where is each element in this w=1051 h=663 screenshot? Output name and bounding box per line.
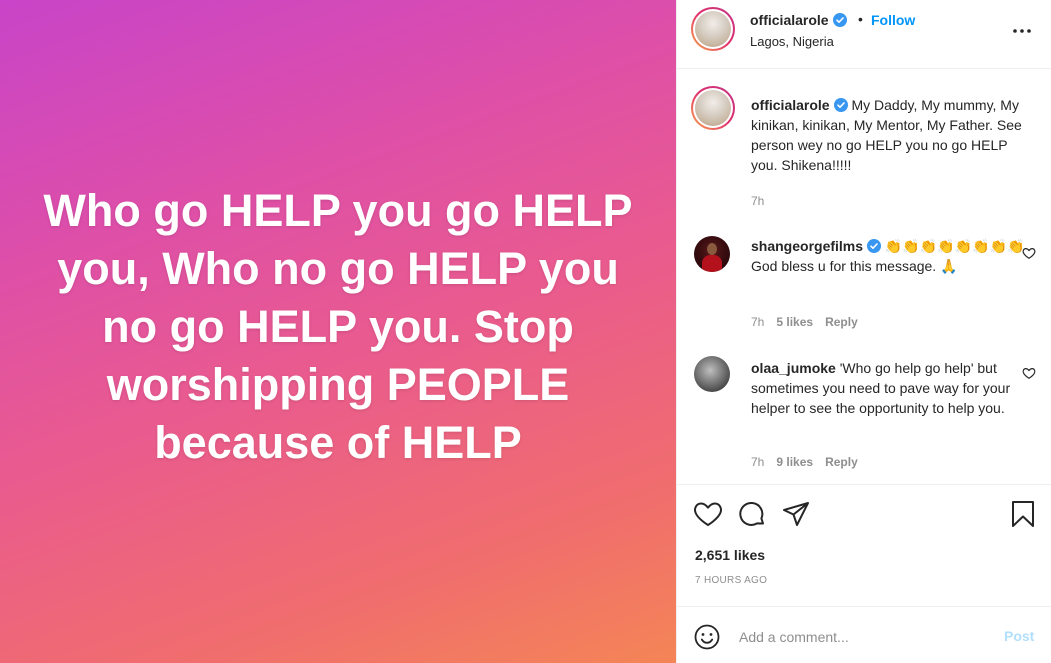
add-comment-bar: Post	[677, 606, 1051, 663]
reply-button[interactable]: Reply	[825, 315, 858, 329]
comment-input[interactable]	[739, 627, 989, 647]
comment-time[interactable]: 7h	[751, 455, 764, 469]
commenter-avatar[interactable]	[694, 236, 730, 272]
author-username[interactable]: officialarole	[750, 12, 847, 28]
emoji-icon[interactable]	[694, 624, 720, 650]
reply-button[interactable]: Reply	[825, 455, 858, 469]
post-image-text: Who go HELP you go HELP you, Who no go H…	[43, 184, 633, 468]
comment-likes[interactable]: 5 likes	[776, 315, 813, 329]
post-comment-button[interactable]: Post	[1004, 628, 1034, 644]
post-sidebar: officialarole • Follow Lagos, Nigeria of…	[676, 0, 1051, 663]
post-timestamp[interactable]: 7 HOURS AGO	[695, 575, 767, 586]
verified-icon	[832, 13, 847, 27]
caption-time[interactable]: 7h	[751, 194, 764, 208]
post-location[interactable]: Lagos, Nigeria	[750, 34, 834, 49]
post-actions: 2,651 likes 7 HOURS AGO	[677, 484, 1051, 606]
comment-username[interactable]: shangeorgefilms	[751, 238, 863, 254]
comment-meta: 7h 5 likes Reply	[751, 315, 870, 329]
commenter-avatar[interactable]	[694, 356, 730, 392]
comment-likes[interactable]: 9 likes	[776, 455, 813, 469]
comment-username[interactable]: olaa_jumoke	[751, 360, 836, 376]
likes-count[interactable]: 2,651 likes	[695, 547, 765, 563]
caption-meta: 7h	[751, 194, 776, 208]
comment-time[interactable]: 7h	[751, 315, 764, 329]
more-options-icon[interactable]	[1011, 20, 1033, 42]
verified-icon	[867, 239, 882, 253]
heart-icon[interactable]	[693, 499, 723, 529]
follow-button[interactable]: Follow	[871, 12, 915, 28]
post-image[interactable]: Who go HELP you go HELP you, Who no go H…	[0, 0, 676, 663]
verified-icon	[833, 98, 848, 112]
comment-icon[interactable]	[737, 499, 767, 529]
caption-username[interactable]: officialarole	[751, 97, 830, 113]
comment-text: olaa_jumoke 'Who go help go help' but so…	[751, 360, 1011, 416]
author-avatar[interactable]	[691, 7, 735, 51]
header-separator: •	[858, 11, 863, 27]
comment-meta: 7h 9 likes Reply	[751, 455, 870, 469]
comment-like-icon[interactable]	[1022, 366, 1036, 380]
share-icon[interactable]	[781, 499, 811, 529]
caption-text: officialarole My Daddy, My mummy, My kin…	[751, 97, 1022, 173]
comments-section[interactable]: officialarole My Daddy, My mummy, My kin…	[677, 69, 1051, 484]
comment-text: shangeorgefilms 👏👏👏👏👏👏👏👏 God bless u for…	[751, 238, 1025, 274]
caption-avatar[interactable]	[691, 86, 735, 130]
comment-like-icon[interactable]	[1022, 246, 1036, 260]
post-header: officialarole • Follow Lagos, Nigeria	[677, 0, 1051, 69]
bookmark-icon[interactable]	[1008, 499, 1038, 529]
